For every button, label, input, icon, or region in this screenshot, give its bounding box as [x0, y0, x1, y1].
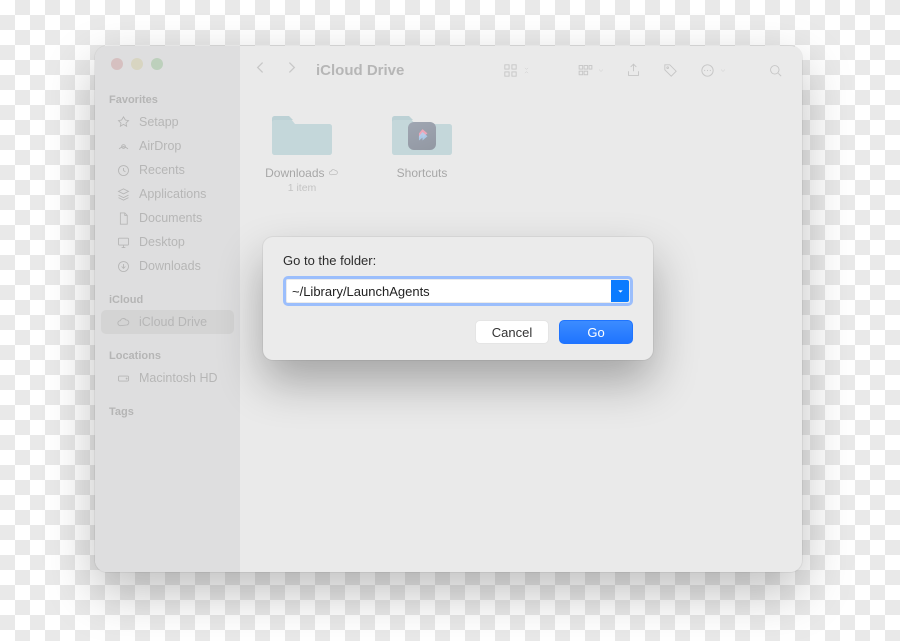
sidebar-item-label: Macintosh HD [139, 371, 218, 385]
grid-icon [115, 186, 131, 202]
dialog-button-row: Cancel Go [283, 320, 633, 344]
sidebar-header-tags: Tags [95, 400, 240, 422]
close-window-button[interactable] [111, 58, 123, 70]
file-label: Shortcuts [397, 166, 448, 182]
download-icon [115, 258, 131, 274]
window-controls [95, 58, 240, 88]
cloud-icon [115, 314, 131, 330]
desktop-icon [115, 234, 131, 250]
sidebar-item-label: Setapp [139, 115, 179, 129]
sidebar-item-documents[interactable]: Documents [101, 206, 234, 230]
sidebar-item-macintosh-hd[interactable]: Macintosh HD [101, 366, 234, 390]
sidebar-header-locations: Locations [95, 344, 240, 366]
path-history-dropdown[interactable] [611, 280, 629, 302]
folder-downloads[interactable]: Downloads 1 item [262, 112, 342, 194]
cloud-status-icon [328, 167, 339, 178]
search-button[interactable] [761, 62, 790, 79]
tags-button[interactable] [656, 62, 685, 79]
sidebar-item-label: iCloud Drive [139, 315, 207, 329]
window-title: iCloud Drive [316, 62, 404, 79]
sidebar-item-label: Documents [139, 211, 202, 225]
actions-button[interactable] [693, 62, 733, 79]
file-label: Downloads [265, 166, 339, 182]
go-button[interactable]: Go [559, 320, 633, 344]
clock-icon [115, 162, 131, 178]
sidebar: Favorites Setapp AirDrop Recents Applica… [95, 46, 240, 572]
sidebar-item-label: Desktop [139, 235, 185, 249]
sidebar-header-favorites: Favorites [95, 88, 240, 110]
setapp-icon [115, 114, 131, 130]
sidebar-item-downloads[interactable]: Downloads [101, 254, 234, 278]
forward-button[interactable] [283, 59, 300, 81]
shortcuts-app-icon [408, 122, 436, 150]
file-subtitle: 1 item [288, 182, 317, 194]
folder-icon [389, 112, 455, 158]
sidebar-item-airdrop[interactable]: AirDrop [101, 134, 234, 158]
view-grid-button[interactable] [496, 62, 537, 79]
toolbar: iCloud Drive [240, 46, 802, 94]
sidebar-item-label: Recents [139, 163, 185, 177]
group-button[interactable] [571, 62, 611, 79]
share-button[interactable] [619, 62, 648, 79]
sidebar-item-setapp[interactable]: Setapp [101, 110, 234, 134]
path-field-wrapper [283, 276, 633, 306]
sidebar-item-applications[interactable]: Applications [101, 182, 234, 206]
document-icon [115, 210, 131, 226]
folder-shortcuts[interactable]: Shortcuts [382, 112, 462, 182]
disk-icon [115, 370, 131, 386]
cancel-button[interactable]: Cancel [475, 320, 549, 344]
dialog-title: Go to the folder: [283, 253, 633, 268]
path-input[interactable] [286, 279, 610, 303]
sidebar-item-desktop[interactable]: Desktop [101, 230, 234, 254]
sidebar-item-icloud-drive[interactable]: iCloud Drive [101, 310, 234, 334]
sidebar-item-label: AirDrop [139, 139, 181, 153]
folder-icon [269, 112, 335, 158]
sidebar-item-label: Downloads [139, 259, 201, 273]
zoom-window-button[interactable] [151, 58, 163, 70]
go-to-folder-dialog: Go to the folder: Cancel Go [263, 237, 653, 360]
sidebar-item-label: Applications [139, 187, 206, 201]
sidebar-item-recents[interactable]: Recents [101, 158, 234, 182]
back-button[interactable] [252, 59, 269, 81]
sidebar-header-icloud: iCloud [95, 288, 240, 310]
airdrop-icon [115, 138, 131, 154]
minimize-window-button[interactable] [131, 58, 143, 70]
